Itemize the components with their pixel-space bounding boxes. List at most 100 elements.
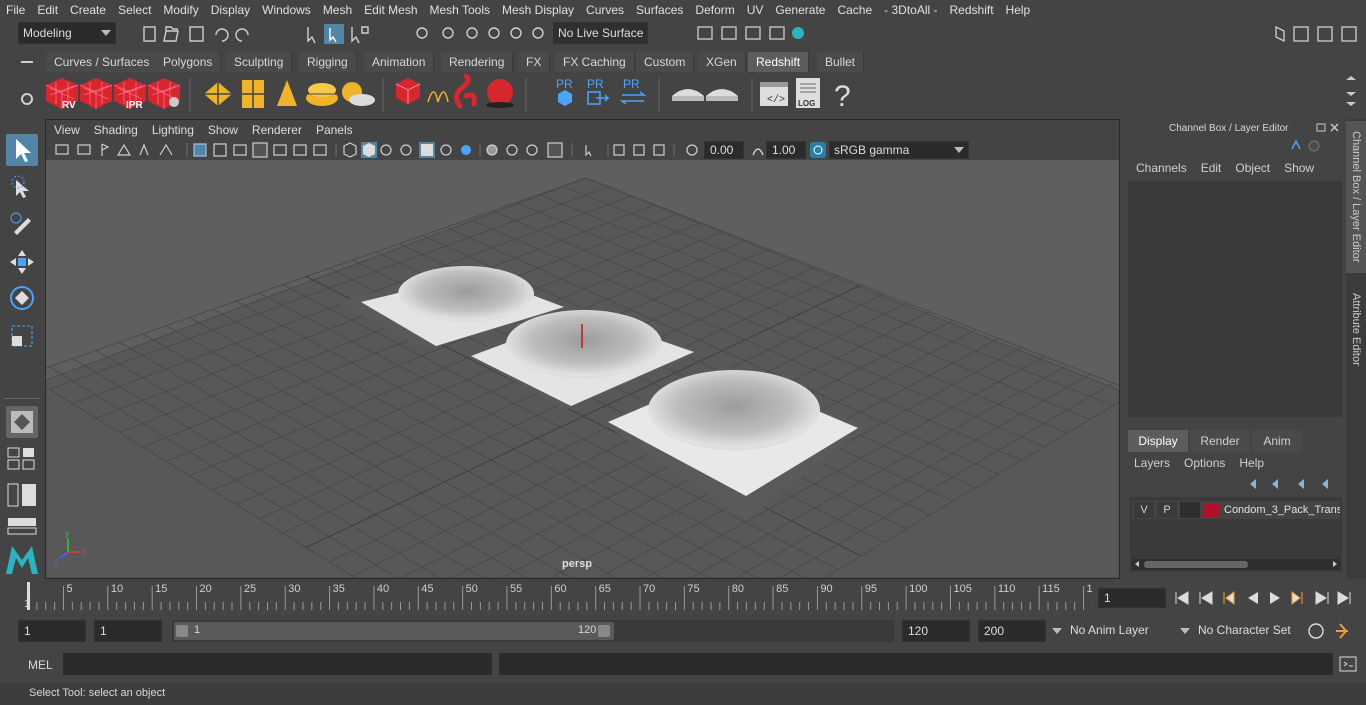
menu-edit-mesh[interactable]: Edit Mesh [358,0,423,20]
viewport-toolbar-icons[interactable] [52,141,712,159]
playback-end-field[interactable]: 120 [902,620,970,642]
command-input[interactable] [63,653,492,675]
range-bar[interactable]: 1 120 [174,622,614,640]
layer-menu-layers[interactable]: Layers [1134,456,1170,470]
anim-end-field[interactable]: 200 [978,620,1046,642]
menu-edit[interactable]: Edit [31,0,64,20]
playback-controls[interactable] [1172,588,1362,608]
menu-mesh[interactable]: Mesh [317,0,358,20]
workspace-dropdown[interactable]: Modeling [18,22,116,44]
viewport-menu-panels[interactable]: Panels [316,123,353,137]
channel-box-menu-edit[interactable]: Edit [1201,161,1222,175]
shelf-tab-fx-caching[interactable]: FX Caching [555,52,635,72]
scroll-arrow-icons[interactable] [1132,559,1340,570]
menu-windows[interactable]: Windows [256,0,317,20]
shelf-tab-redshift[interactable]: Redshift [748,52,810,72]
shelf-tab-curves-surfaces[interactable]: Curves / Surfaces [46,52,159,72]
menu-generate[interactable]: Generate [769,0,831,20]
playback-start-field[interactable]: 1 [94,620,162,642]
viewport-menu-view[interactable]: View [54,123,80,137]
menu-redshift[interactable]: Redshift [944,0,1000,20]
3d-scene-view[interactable]: x y z persp [46,160,1119,578]
shelf-menu-icon[interactable] [18,54,38,70]
layer-tab-render[interactable]: Render [1190,430,1250,452]
menu-create[interactable]: Create [64,0,112,20]
range-start-handle[interactable] [176,625,188,637]
tab-attribute-editor[interactable]: Attribute Editor [1346,279,1366,379]
gamma-field[interactable]: 1.00 [766,141,806,159]
viewport-menu-renderer[interactable]: Renderer [252,123,302,137]
rotate-tool[interactable] [6,282,38,314]
shelf-tab-animation[interactable]: Animation [364,52,435,72]
exposure-field[interactable]: 0.00 [704,141,744,159]
menu-surfaces[interactable]: Surfaces [630,0,689,20]
menu-curves[interactable]: Curves [580,0,630,20]
menu-file[interactable]: File [0,0,31,20]
range-track[interactable]: 1 120 [172,620,894,642]
channel-box-menu-show[interactable]: Show [1284,161,1314,175]
panel-window-icons[interactable] [1314,121,1344,135]
menu-select[interactable]: Select [112,0,157,20]
viewport-menu-show[interactable]: Show [208,123,238,137]
menu-3dtoall[interactable]: - 3DtoAll - [878,0,943,20]
layer-playback-toggle[interactable]: P [1157,502,1177,518]
select-tool[interactable] [6,134,38,166]
range-end-handle[interactable] [598,625,610,637]
channel-box-menu-object[interactable]: Object [1235,161,1270,175]
channel-box-display-icons[interactable] [1284,137,1334,155]
script-editor-icon[interactable] [1338,655,1358,673]
menu-mesh-tools[interactable]: Mesh Tools [424,0,496,20]
lasso-tool[interactable] [6,172,38,204]
color-management-icon[interactable] [809,141,827,159]
single-perspective-layout[interactable] [6,406,38,438]
current-frame-field[interactable]: 1 [1098,588,1166,608]
layer-color-swatch[interactable] [1203,503,1219,517]
shelf-tab-rendering[interactable]: Rendering [441,52,514,72]
layer-action-icons[interactable] [1244,475,1340,493]
menu-deform[interactable]: Deform [689,0,740,20]
shelf-tab-sculpting[interactable]: Sculpting [226,52,293,72]
menu-modify[interactable]: Modify [157,0,204,20]
status-line-icons[interactable] [138,23,548,45]
layer-scrollbar[interactable] [1132,559,1340,570]
render-icons[interactable] [690,23,810,45]
live-surface-field[interactable]: No Live Surface [553,22,648,44]
shelf-tab-rigging[interactable]: Rigging [299,52,357,72]
timeline-ruler[interactable]: 5 10 15 20 25 30 35 40 45 50 55 60 65 70 75 80 85 90 95 100… [20,580,1092,614]
menu-help[interactable]: Help [1000,0,1037,20]
menu-cache[interactable]: Cache [831,0,878,20]
layer-tab-anim[interactable]: Anim [1252,430,1302,452]
shelf-scroll-icons[interactable] [1344,74,1358,110]
menu-mesh-display[interactable]: Mesh Display [496,0,580,20]
gamma-icon[interactable] [749,141,767,159]
layer-row[interactable]: V P Condom_3_Pack_Trans [1132,501,1340,519]
layer-display-type-toggle[interactable] [1180,502,1200,518]
anim-layer-dropdown[interactable]: No Anim Layer [1048,620,1166,642]
outliner-layout-icon[interactable] [6,482,38,508]
shelf-icons[interactable]: RV IPR PR PR PR </> LOG ? [40,72,1366,117]
layer-name[interactable]: Condom_3_Pack_Trans [1224,502,1340,518]
layer-visibility-toggle[interactable]: V [1134,502,1154,518]
tab-channel-box-layer-editor[interactable]: Channel Box / Layer Editor [1346,121,1366,273]
scale-tool[interactable] [6,320,38,352]
layer-tab-display[interactable]: Display [1128,430,1188,452]
move-tool[interactable] [6,246,38,278]
channel-box-menu-channels[interactable]: Channels [1136,161,1187,175]
shelf-tab-xgen[interactable]: XGen [698,52,746,72]
menu-display[interactable]: Display [205,0,256,20]
paint-select-tool[interactable] [6,208,38,240]
shelf-settings-icon[interactable] [16,88,38,110]
channel-list-area[interactable] [1128,181,1342,417]
workspace-toggle-icons[interactable] [1270,23,1366,45]
character-set-dropdown[interactable]: No Character Set [1176,620,1298,642]
viewport-menu-lighting[interactable]: Lighting [152,123,194,137]
menu-uv[interactable]: UV [741,0,770,20]
shelf-tab-polygons[interactable]: Polygons [155,52,222,72]
color-space-dropdown[interactable]: sRGB gamma [829,141,969,159]
anim-prefs-icons[interactable] [1304,620,1364,642]
four-view-layout-icon[interactable] [6,446,38,470]
anim-start-field[interactable]: 1 [18,620,86,642]
shelf-tab-fx[interactable]: FX [518,52,551,72]
command-language-label[interactable]: MEL [28,658,53,672]
shelf-tab-custom[interactable]: Custom [636,52,695,72]
